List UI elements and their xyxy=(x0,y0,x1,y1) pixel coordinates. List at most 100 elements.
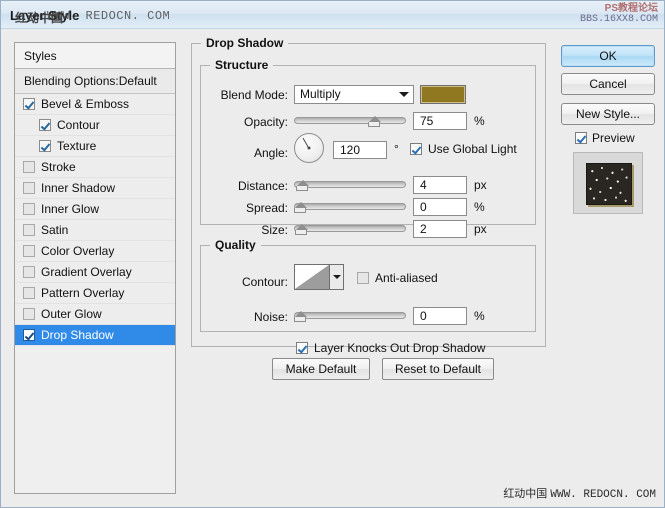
blend-mode-value: Multiply xyxy=(300,87,341,101)
spread-unit: % xyxy=(474,200,485,214)
watermark-forum-url: BBS.16XX8.COM xyxy=(579,14,658,25)
size-slider[interactable] xyxy=(294,221,406,237)
drop-shadow-group-title: Drop Shadow xyxy=(206,36,284,50)
effect-checkbox[interactable] xyxy=(39,140,51,152)
distance-input[interactable]: 4 xyxy=(413,176,467,194)
layer-knocks-out-label: Layer Knocks Out Drop Shadow xyxy=(314,341,486,355)
distance-label: Distance: xyxy=(237,179,288,193)
effect-label: Outer Glow xyxy=(41,307,102,321)
opacity-input[interactable]: 75 xyxy=(413,112,467,130)
blend-mode-label: Blend Mode: xyxy=(220,88,288,102)
contour-preview[interactable] xyxy=(294,264,330,290)
anti-aliased-checkbox[interactable] xyxy=(357,272,369,284)
effect-row-color-overlay[interactable]: Color Overlay xyxy=(15,241,175,262)
effect-row-gradient-overlay[interactable]: Gradient Overlay xyxy=(15,262,175,283)
styles-header: Styles xyxy=(15,43,175,69)
anti-aliased-row[interactable]: Anti-aliased xyxy=(357,271,438,285)
effect-row-inner-shadow[interactable]: Inner Shadow xyxy=(15,178,175,199)
effect-label: Inner Shadow xyxy=(41,181,116,195)
angle-label: Angle: xyxy=(253,146,288,160)
effect-label: Stroke xyxy=(41,160,76,174)
anti-aliased-label: Anti-aliased xyxy=(375,271,438,285)
opacity-slider[interactable] xyxy=(294,113,406,129)
effect-row-contour[interactable]: Contour xyxy=(15,115,175,136)
drop-shadow-panel: Drop Shadow Structure Blend Mode: Multip… xyxy=(191,36,546,388)
quality-group-title: Quality xyxy=(215,238,256,252)
size-input[interactable]: 2 xyxy=(413,220,467,238)
effect-checkbox[interactable] xyxy=(23,182,35,194)
effect-label: Pattern Overlay xyxy=(41,286,125,300)
layer-style-dialog: Layer Style 红动中国 WWW. REDOCN. COM PS教程论坛… xyxy=(0,0,665,508)
effect-checkbox[interactable] xyxy=(23,98,35,110)
layer-knocks-out-checkbox[interactable] xyxy=(296,342,308,354)
noise-label: Noise: xyxy=(253,310,288,324)
watermark-title-url: WWW. REDOCN. COM xyxy=(47,9,171,23)
effect-checkbox[interactable] xyxy=(23,224,35,236)
effect-checkbox[interactable] xyxy=(23,308,35,320)
watermark-forum-cn: PS教程论坛 xyxy=(604,3,658,14)
use-global-light-label: Use Global Light xyxy=(428,142,517,156)
opacity-label: Opacity: xyxy=(243,115,288,129)
noise-input[interactable]: 0 xyxy=(413,307,467,325)
effect-checkbox[interactable] xyxy=(23,287,35,299)
effect-row-satin[interactable]: Satin xyxy=(15,220,175,241)
effect-row-drop-shadow[interactable]: Drop Shadow xyxy=(15,325,175,346)
structure-group-title: Structure xyxy=(215,58,269,72)
distance-unit: px xyxy=(474,178,487,192)
shadow-color-swatch[interactable] xyxy=(420,85,466,104)
spread-label: Spread: xyxy=(245,201,288,215)
effect-row-pattern-overlay[interactable]: Pattern Overlay xyxy=(15,283,175,304)
watermark-bottom-url: WWW. REDOCN. COM xyxy=(550,489,656,501)
effect-row-stroke[interactable]: Stroke xyxy=(15,157,175,178)
distance-slider[interactable] xyxy=(294,177,406,193)
effects-list: Bevel & Emboss Contour Texture Stroke Inner … xyxy=(15,94,175,346)
spread-input[interactable]: 0 xyxy=(413,198,467,216)
effect-label: Gradient Overlay xyxy=(41,265,132,279)
preview-label: Preview xyxy=(592,131,635,145)
title-bar: Layer Style 红动中国 WWW. REDOCN. COM PS教程论坛… xyxy=(1,1,664,29)
angle-input[interactable]: 120 xyxy=(333,141,387,159)
noise-slider[interactable] xyxy=(294,308,406,324)
effect-checkbox[interactable] xyxy=(23,161,35,173)
contour-label: Contour: xyxy=(241,275,288,289)
effect-checkbox[interactable] xyxy=(23,266,35,278)
angle-dial[interactable] xyxy=(294,133,324,163)
effect-checkbox[interactable] xyxy=(39,119,51,131)
size-label: Size: xyxy=(261,223,288,237)
watermark-bottom-cn: 红动中国 xyxy=(503,488,548,500)
effect-row-inner-glow[interactable]: Inner Glow xyxy=(15,199,175,220)
effect-checkbox[interactable] xyxy=(23,329,35,341)
preview-thumbnail-image xyxy=(586,163,632,205)
cancel-button[interactable]: Cancel xyxy=(561,73,655,95)
noise-unit: % xyxy=(474,309,485,323)
effect-row-bevel-emboss[interactable]: Bevel & Emboss xyxy=(15,94,175,115)
effect-label: Drop Shadow xyxy=(41,328,114,342)
use-global-light-checkbox[interactable] xyxy=(410,143,422,155)
reset-to-default-button[interactable]: Reset to Default xyxy=(382,358,494,380)
make-default-button[interactable]: Make Default xyxy=(272,358,370,380)
effect-row-texture[interactable]: Texture xyxy=(15,136,175,157)
chevron-down-icon xyxy=(399,92,409,97)
preview-checkbox[interactable] xyxy=(575,132,587,144)
blend-mode-select[interactable]: Multiply xyxy=(294,85,414,104)
effect-checkbox[interactable] xyxy=(23,245,35,257)
effect-row-outer-glow[interactable]: Outer Glow xyxy=(15,304,175,325)
chevron-down-icon xyxy=(333,275,341,279)
layer-knocks-out-row[interactable]: Layer Knocks Out Drop Shadow xyxy=(296,341,485,355)
spread-slider[interactable] xyxy=(294,199,406,215)
effect-label: Satin xyxy=(41,223,69,237)
contour-dropdown-button[interactable] xyxy=(330,264,344,290)
effect-label: Contour xyxy=(57,118,100,132)
watermark-bottom: 红动中国 WWW. REDOCN. COM xyxy=(503,485,656,501)
blending-options-row[interactable]: Blending Options:Default xyxy=(15,69,175,94)
preview-thumbnail-frame xyxy=(573,152,643,214)
angle-unit: ° xyxy=(394,142,399,156)
new-style-button[interactable]: New Style... xyxy=(561,103,655,125)
effect-label: Bevel & Emboss xyxy=(41,97,130,111)
effect-checkbox[interactable] xyxy=(23,203,35,215)
ok-button[interactable]: OK xyxy=(561,45,655,67)
watermark-top-right: PS教程论坛 BBS.16XX8.COM xyxy=(580,3,658,25)
preview-row[interactable]: Preview xyxy=(575,131,635,145)
use-global-light-row[interactable]: Use Global Light xyxy=(410,142,517,156)
opacity-unit: % xyxy=(474,114,485,128)
